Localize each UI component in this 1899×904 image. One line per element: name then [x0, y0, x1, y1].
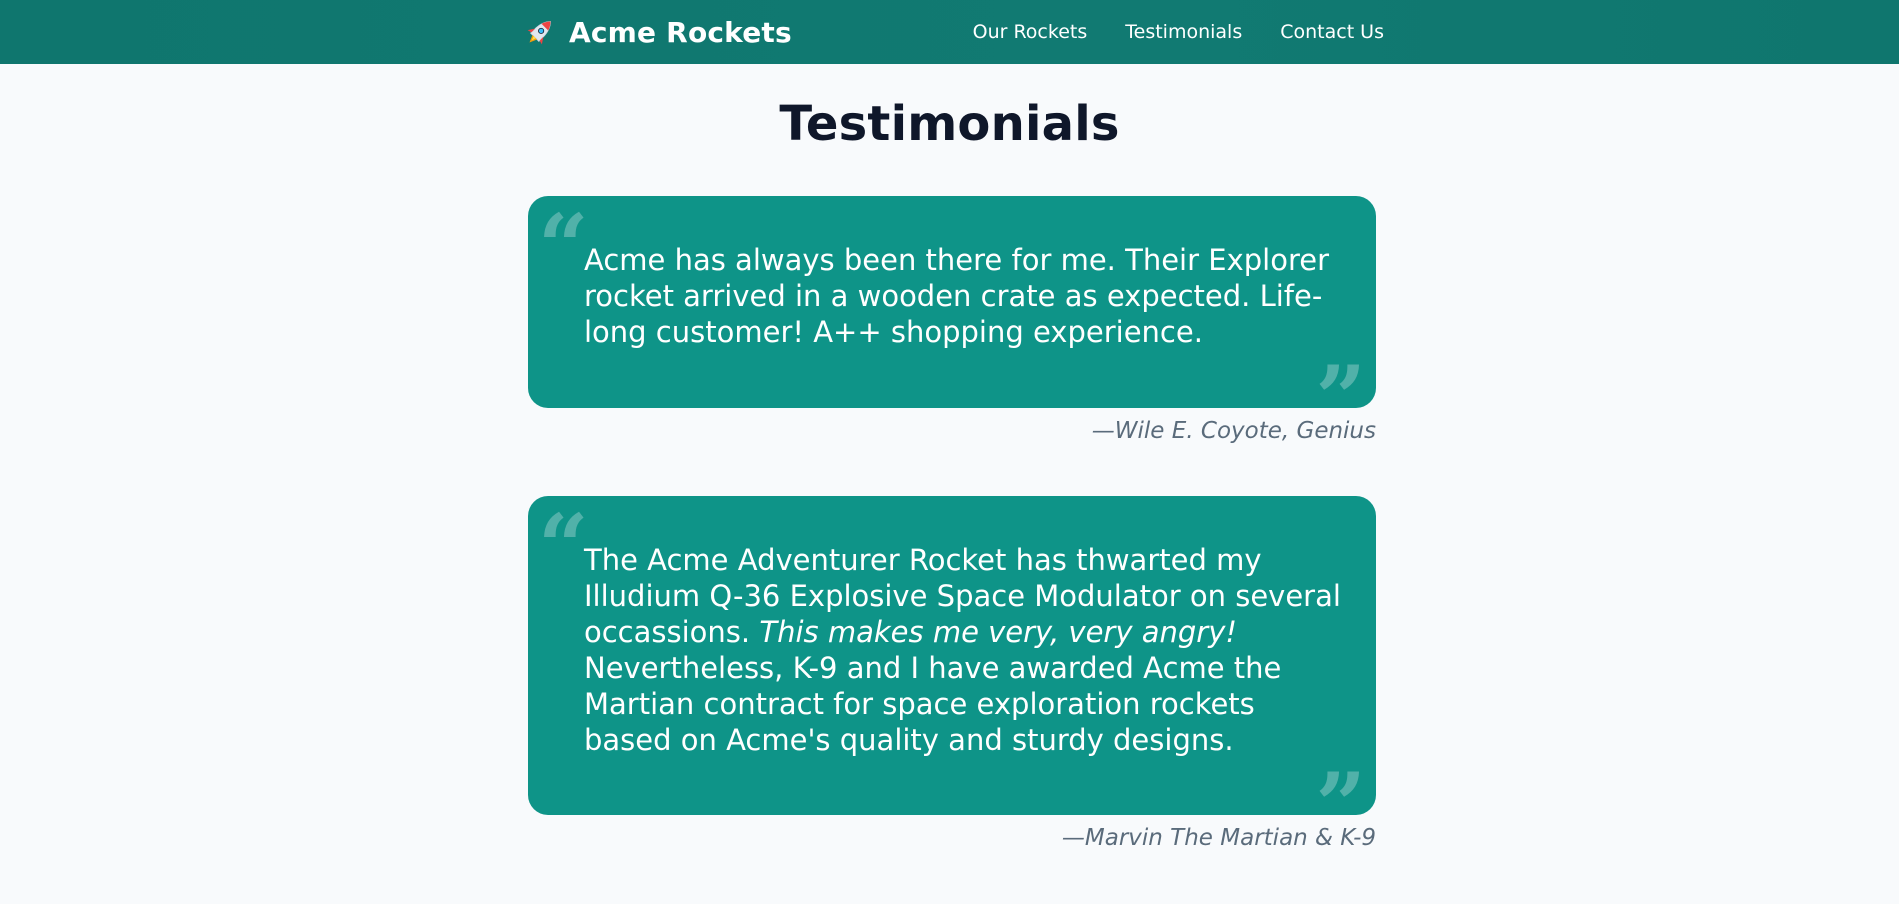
- brand[interactable]: Acme Rockets: [523, 0, 792, 64]
- testimonial-quote-box: “ Acme has always been there for me. The…: [528, 194, 1376, 442]
- testimonial-quote-box: “ The Acme Adventurer Rocket has thwarte…: [528, 494, 1376, 849]
- close-quote-icon: ”: [1315, 753, 1366, 857]
- testimonial-text: Acme has always been there for me. Their…: [584, 243, 1329, 349]
- top-navigation-bar: Acme Rockets Our Rockets Testimonials Co…: [0, 0, 1899, 64]
- page-title: Testimonials: [779, 96, 1120, 152]
- main-navigation: Our Rockets Testimonials Contact Us: [973, 0, 1384, 64]
- open-quote-icon: “: [538, 194, 589, 298]
- testimonial-text: The Acme Adventurer Rocket has thwarted …: [584, 542, 1346, 758]
- testimonial-attribution: —Wile E. Coyote, Genius: [1091, 418, 1376, 444]
- brand-name: Acme Rockets: [569, 15, 792, 49]
- nav-link-contact-us[interactable]: Contact Us: [1280, 21, 1384, 43]
- nav-link-testimonials[interactable]: Testimonials: [1125, 21, 1242, 43]
- open-quote-icon: “: [538, 494, 589, 598]
- nav-link-our-rockets[interactable]: Our Rockets: [973, 21, 1088, 43]
- close-quote-icon: ”: [1315, 346, 1366, 450]
- testimonial-attribution: —Marvin The Martian & K-9: [1061, 825, 1376, 851]
- rocket-icon: [527, 21, 551, 45]
- testimonial-text-part: Nevertheless, K-9 and I have awarded Acm…: [584, 651, 1282, 757]
- testimonial-card: “ The Acme Adventurer Rocket has thwarte…: [528, 496, 1376, 851]
- testimonial-emphasis: This makes me very, very angry!: [759, 615, 1237, 649]
- testimonial-card: “ Acme has always been there for me. The…: [528, 196, 1376, 444]
